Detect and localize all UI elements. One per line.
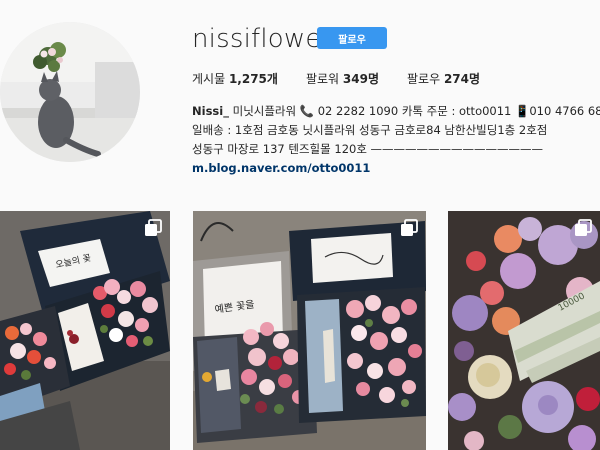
follow-button[interactable]: 팔로우 bbox=[317, 27, 387, 49]
post-thumbnail-3[interactable]: 10000 bbox=[448, 211, 600, 450]
posts-label: 게시물 bbox=[192, 72, 226, 86]
multiple-photos-icon bbox=[401, 219, 418, 236]
posts-count: 1,275개 bbox=[228, 72, 278, 86]
profile-avatar[interactable] bbox=[0, 22, 140, 162]
bio-line-2: 일배송 : 1호점 금호동 닛시플라워 성동구 금호로84 남한산빌딩1층 2호… bbox=[192, 123, 548, 137]
posts-stat: 게시물 1,275개 bbox=[192, 70, 278, 87]
posts-grid: 오늘의 꽃 예쁜 꽃을 10000 bbox=[0, 211, 600, 450]
followers-label: 팔로워 bbox=[305, 72, 340, 86]
following-count: 274명 bbox=[443, 72, 481, 86]
profile-username: nissiflower bbox=[192, 24, 333, 54]
following-label: 팔로우 bbox=[407, 72, 441, 86]
bio-website-link[interactable]: m.blog.naver.com/otto0011 bbox=[192, 159, 600, 178]
followers-count: 349명 bbox=[342, 72, 379, 86]
flower-box-photo: 오늘의 꽃 bbox=[0, 211, 170, 450]
post-thumbnail-1[interactable]: 오늘의 꽃 bbox=[0, 211, 170, 450]
following-stat[interactable]: 팔로우 274명 bbox=[407, 70, 480, 87]
cat-with-flowers-photo bbox=[0, 22, 140, 162]
bio-name: Nissi_ bbox=[192, 104, 229, 118]
money-flower-box-photo: 10000 bbox=[448, 211, 600, 450]
profile-bio: Nissi_ 미닛시플라워 📞 02 2282 1090 카톡 주문 : ott… bbox=[192, 102, 600, 178]
multiple-photos-icon bbox=[575, 219, 592, 236]
post-thumbnail-2[interactable]: 예쁜 꽃을 bbox=[193, 211, 426, 450]
profile-stats: 게시물 1,275개 팔로워 349명 팔로우 274명 bbox=[192, 70, 508, 87]
bio-line-3: 성동구 마장로 137 텐즈힐몰 120호 ——————————————— bbox=[192, 142, 544, 156]
multiple-photos-icon bbox=[145, 219, 162, 236]
flower-box-photo: 예쁜 꽃을 bbox=[193, 211, 426, 450]
bio-line-1-text: 미닛시플라워 📞 02 2282 1090 카톡 주문 : otto0011 📱… bbox=[228, 104, 600, 118]
bio-line-1: Nissi_ 미닛시플라워 📞 02 2282 1090 카톡 주문 : ott… bbox=[192, 102, 600, 121]
followers-stat[interactable]: 팔로워 349명 bbox=[306, 70, 379, 87]
